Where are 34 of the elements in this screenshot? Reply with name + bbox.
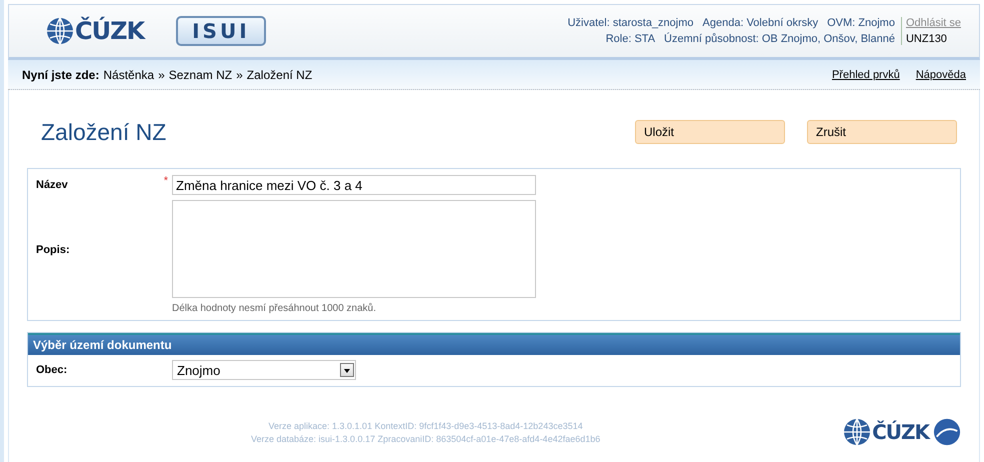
breadcrumb-current: Založení NZ	[246, 68, 312, 82]
globe-icon	[45, 16, 75, 46]
logo-text: ČÚZK	[75, 17, 144, 45]
user-info-text: OVM: Znojmo	[827, 17, 895, 29]
version-info: Verze databáze: isui-1.3.0.0.17 ZpracovaniID: 863504cf-a01e-47e8-afd4-4e42fae6d1b6	[251, 434, 600, 444]
app-logo: ISUI	[176, 16, 266, 46]
breadcrumb-label: Nyní jste zde:	[22, 68, 100, 82]
text-field[interactable]: Změna hranice mezi VO č. 3 a 4	[172, 175, 536, 195]
user-info-text: Územní působnost: OB Znojmo, Onšov, Blanné	[664, 33, 895, 45]
user-info-text: Uživatel: starosta_znojmo	[568, 17, 694, 29]
page-title: Založení NZ	[41, 118, 166, 146]
breadcrumb-item[interactable]: Seznam NZ	[168, 68, 232, 82]
breadcrumb-item[interactable]: Nástěnka	[103, 68, 154, 82]
globe-icon	[842, 417, 872, 447]
select-field[interactable]: Znojmo	[172, 360, 356, 380]
help-link[interactable]: Nápověda	[916, 68, 966, 80]
help-link[interactable]: Přehled prvků	[832, 68, 900, 80]
field-label: Obec:	[36, 363, 68, 376]
user-info-text: Agenda: Volební okrsky	[702, 17, 818, 29]
logo-text: ČÚZK	[872, 420, 929, 444]
section-header: Výběr území dokumentu	[28, 333, 960, 355]
user-code: UNZ130	[906, 33, 948, 45]
user-info-text: Role: STA	[606, 33, 656, 45]
field-label: Popis:	[36, 243, 71, 258]
breadcrumb-separator: »	[236, 68, 243, 82]
partner-logo-icon	[933, 418, 961, 446]
description-field[interactable]	[172, 200, 536, 298]
save-button[interactable]: Uložit	[635, 120, 785, 144]
field-hint: Délka hodnoty nesmí přesáhnout 1000 znaků.	[172, 303, 378, 314]
breadcrumb-separator: »	[158, 68, 165, 82]
required-mark: *	[162, 175, 168, 187]
cancel-button[interactable]: Zrušit	[807, 120, 957, 144]
version-info: Verze aplikace: 1.3.0.1.01 KontextID: 9fcf1f43-d9e3-4513-8ad4-12b243ce3514	[268, 420, 583, 430]
field-label: Název	[36, 178, 69, 191]
